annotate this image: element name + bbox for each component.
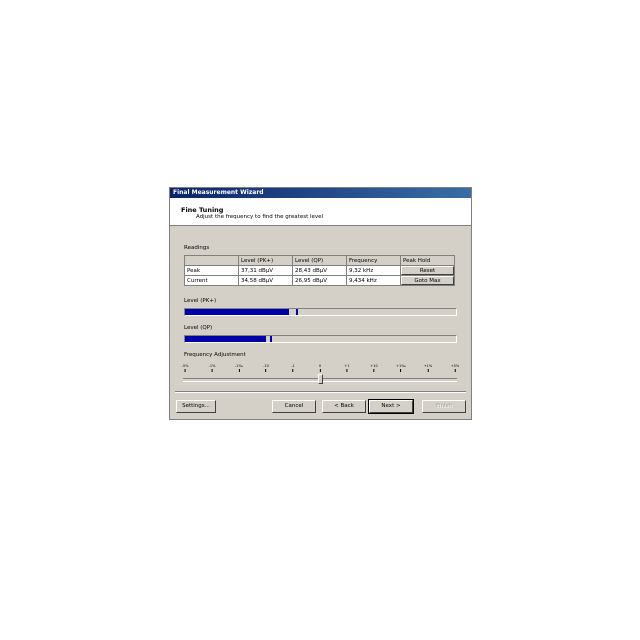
slider-tick-label: +1 [344, 364, 350, 372]
level-pk-fill [185, 309, 290, 315]
settings-button[interactable]: Settings... [176, 400, 216, 413]
final-measurement-wizard-dialog: Final Measurement Wizard Fine Tuning Adj… [169, 187, 472, 420]
goto-max-cell: Goto Max [400, 275, 455, 286]
window-title: Final Measurement Wizard [170, 188, 471, 198]
slider-tick-mark [319, 369, 321, 372]
reset-button[interactable]: Reset [401, 266, 454, 275]
slider-tick-mark [265, 369, 267, 372]
finish-button[interactable]: Finish [422, 400, 466, 413]
separator [175, 391, 466, 393]
readings-table: Level (PK+) Level (QP) Frequency Peak Ho… [184, 255, 455, 286]
slider-tick-label: -10 [263, 364, 269, 372]
cell-level-qp: 28,43 dBµV [292, 265, 347, 276]
level-qp-fill [185, 336, 267, 342]
slider-tick-mark [184, 369, 186, 372]
column-header: Level (PK+) [238, 255, 293, 266]
slider-tick-label: 0 [319, 364, 321, 372]
slider-tick-mark [292, 369, 294, 372]
back-button[interactable]: < Back [322, 400, 366, 413]
cancel-button[interactable]: Cancel [272, 400, 316, 413]
slider-tick-label: -1 [291, 364, 295, 372]
slider-tick-mark [346, 369, 348, 372]
slider-tick-label: +5% [451, 364, 459, 372]
level-qp-label: Level (QP) [184, 325, 213, 331]
cell-level-qp: 26,95 dBµV [292, 275, 347, 286]
row-name: Peak [184, 265, 239, 276]
slider-tick-label: +1% [424, 364, 432, 372]
column-header: Level (QP) [292, 255, 347, 266]
slider-tick-label: -1‰ [235, 364, 243, 372]
slider-tick-mark [400, 369, 402, 372]
reset-cell: Reset [400, 265, 455, 276]
table-row: Peak 37,31 dBµV 28,43 dBµV 9,32 kHz Rese… [184, 265, 455, 276]
slider-tick-label: +1‰ [396, 364, 406, 372]
page-title: Fine Tuning [181, 206, 224, 214]
readings-label: Readings [184, 245, 210, 251]
cell-level-pk: 34,58 dBµV [238, 275, 293, 286]
page-subtitle: Adjust the frequency to find the greates… [196, 214, 324, 220]
slider-tick-mark [373, 369, 375, 372]
row-name: Current [184, 275, 239, 286]
column-header [184, 255, 239, 266]
slider-tick-mark [238, 369, 240, 372]
cell-level-pk: 37,31 dBµV [238, 265, 293, 276]
cell-frequency: 9,32 kHz [346, 265, 401, 276]
slider-tick-label: +10 [370, 364, 378, 372]
frequency-adjustment-label: Frequency Adjustment [184, 352, 246, 358]
level-pk-bar [184, 308, 457, 316]
next-button[interactable]: Next > [368, 399, 414, 414]
table-row: Current 34,58 dBµV 26,95 dBµV 9,434 kHz … [184, 275, 455, 286]
slider-tick-mark [427, 369, 429, 372]
slider-tick-label: -1% [209, 364, 215, 372]
goto-max-button[interactable]: Goto Max [401, 276, 454, 285]
wizard-header: Fine Tuning Adjust the frequency to find… [170, 198, 471, 226]
cell-frequency: 9,434 kHz [346, 275, 401, 286]
slider-tick-mark [454, 369, 456, 372]
frequency-adjustment-slider[interactable]: -5% -1% -1‰ -10 -1 0 +1 +10 +1‰ +1% +5% [181, 364, 459, 388]
level-qp-peak-marker [270, 336, 273, 342]
column-header: Peak Hold [400, 255, 455, 266]
column-header: Frequency [346, 255, 401, 266]
slider-thumb[interactable] [317, 374, 323, 384]
slider-tick-label: -5% [182, 364, 188, 372]
slider-tick-mark [211, 369, 213, 372]
level-pk-peak-marker [296, 309, 299, 315]
level-qp-bar [184, 335, 457, 343]
table-header-row: Level (PK+) Level (QP) Frequency Peak Ho… [184, 255, 455, 266]
level-pk-label: Level (PK+) [184, 298, 217, 304]
